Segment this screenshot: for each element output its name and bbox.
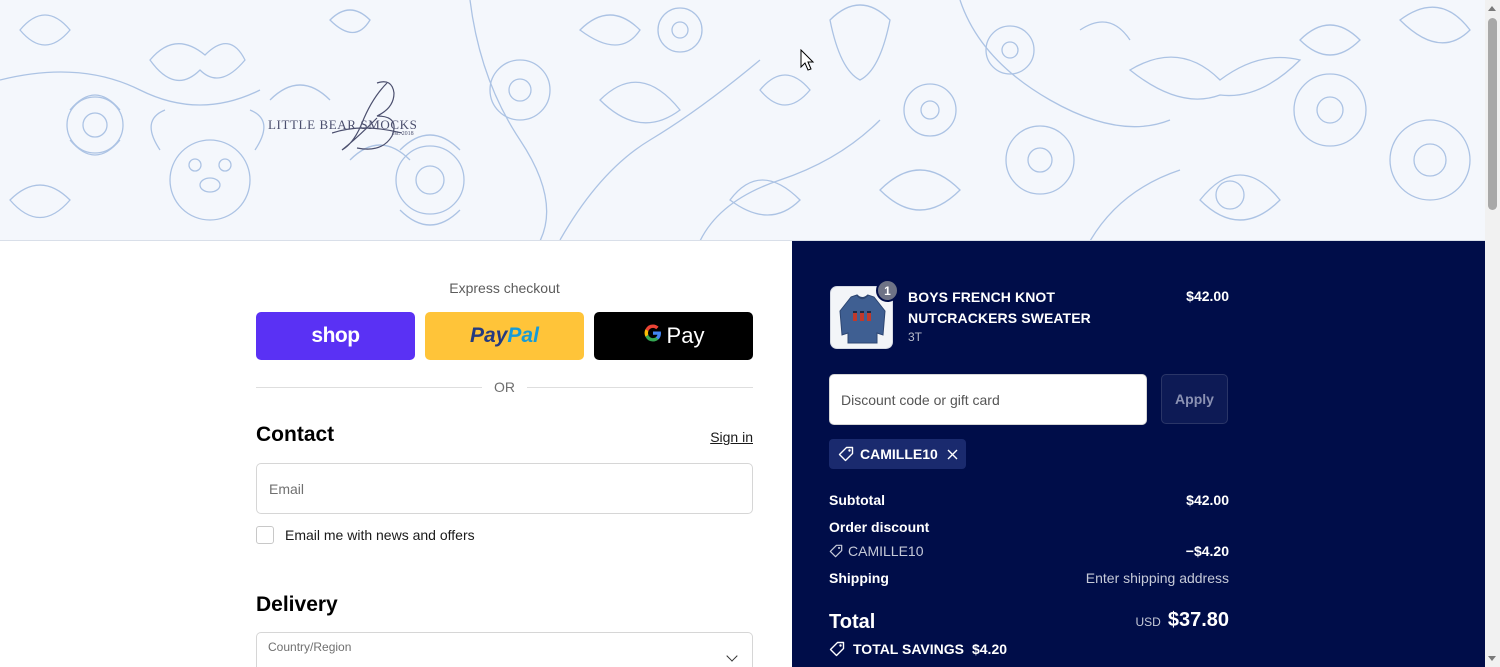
paypal-label-pay: Pay bbox=[470, 324, 508, 347]
total-savings-value: $4.20 bbox=[971, 641, 1008, 657]
scroll-up-arrow-icon[interactable] bbox=[1488, 6, 1496, 11]
applied-code-label: CAMILLE10 bbox=[860, 446, 938, 462]
total-currency: USD bbox=[1135, 615, 1161, 629]
total-savings-row: TOTAL SAVINGS $4.20 bbox=[829, 641, 1229, 657]
order-discount-label: Order discount bbox=[829, 519, 930, 535]
discount-code-label-group: CAMILLE10 bbox=[829, 543, 923, 559]
contact-heading: Contact bbox=[256, 423, 335, 446]
email-field-container bbox=[256, 463, 753, 514]
floral-pattern-background bbox=[0, 0, 1471, 240]
scroll-down-arrow-icon[interactable] bbox=[1488, 656, 1496, 661]
total-value: $37.80 bbox=[1167, 609, 1229, 631]
remove-discount-close-icon[interactable] bbox=[947, 449, 958, 460]
tag-icon bbox=[829, 544, 843, 558]
email-input[interactable] bbox=[257, 464, 752, 513]
page-scrollbar[interactable] bbox=[1485, 0, 1500, 667]
discount-field-container bbox=[829, 374, 1147, 425]
apply-discount-button[interactable]: Apply bbox=[1161, 374, 1228, 424]
newsletter-option[interactable]: Email me with news and offers bbox=[256, 526, 475, 544]
quantity-badge: 1 bbox=[876, 279, 899, 302]
discount-code-label: CAMILLE10 bbox=[848, 543, 924, 559]
product-price: $42.00 bbox=[1186, 288, 1229, 304]
tag-icon bbox=[838, 446, 854, 462]
or-divider: OR bbox=[256, 378, 753, 398]
chevron-down-icon bbox=[726, 650, 738, 662]
subtotal-value: $42.00 bbox=[1186, 492, 1229, 508]
shipping-label: Shipping bbox=[829, 570, 889, 586]
tag-icon bbox=[829, 641, 845, 657]
shop-pay-button[interactable]: shop bbox=[256, 312, 415, 360]
total-label: Total bbox=[829, 611, 876, 633]
mouse-cursor-icon bbox=[800, 49, 815, 71]
logo-est-text: est. 2018 bbox=[392, 131, 414, 137]
discount-value: −$4.20 bbox=[1185, 543, 1229, 559]
country-region-label: Country/Region bbox=[268, 640, 352, 654]
newsletter-checkbox[interactable] bbox=[256, 526, 274, 544]
newsletter-label[interactable]: Email me with news and offers bbox=[285, 527, 475, 543]
shop-pay-label: shop bbox=[311, 324, 360, 347]
country-region-select[interactable]: Country/Region bbox=[256, 632, 753, 667]
product-name: BOYS FRENCH KNOT NUTCRACKERS SWEATER bbox=[908, 289, 1091, 326]
discount-code-input[interactable] bbox=[830, 375, 1146, 424]
product-variant: 3T bbox=[908, 330, 923, 344]
subtotal-label: Subtotal bbox=[829, 492, 885, 508]
order-summary: 1 BOYS FRENCH KNOT NUTCRACKERS SWEATER 3… bbox=[792, 241, 1485, 667]
scroll-thumb[interactable] bbox=[1488, 18, 1497, 210]
paypal-button[interactable]: Pay Pal bbox=[425, 312, 584, 360]
paypal-label-pal: Pal bbox=[507, 324, 539, 347]
google-g-icon bbox=[643, 323, 663, 349]
divider-line-right bbox=[527, 387, 753, 388]
total-value-group: USD $37.80 bbox=[1135, 609, 1229, 632]
delivery-heading: Delivery bbox=[256, 593, 338, 616]
express-checkout-label: Express checkout bbox=[449, 280, 560, 296]
store-logo[interactable]: LITTLE BEAR SMOCKS est. 2018 bbox=[262, 78, 452, 160]
total-savings-label: TOTAL SAVINGS bbox=[853, 641, 964, 657]
google-pay-label: Pay bbox=[666, 323, 705, 348]
applied-discount-chip: CAMILLE10 bbox=[829, 439, 966, 469]
header-banner: LITTLE BEAR SMOCKS est. 2018 bbox=[0, 0, 1485, 241]
shipping-value: Enter shipping address bbox=[1085, 570, 1229, 586]
sign-in-link[interactable]: Sign in bbox=[710, 429, 753, 445]
google-pay-button[interactable]: Pay bbox=[594, 312, 753, 360]
